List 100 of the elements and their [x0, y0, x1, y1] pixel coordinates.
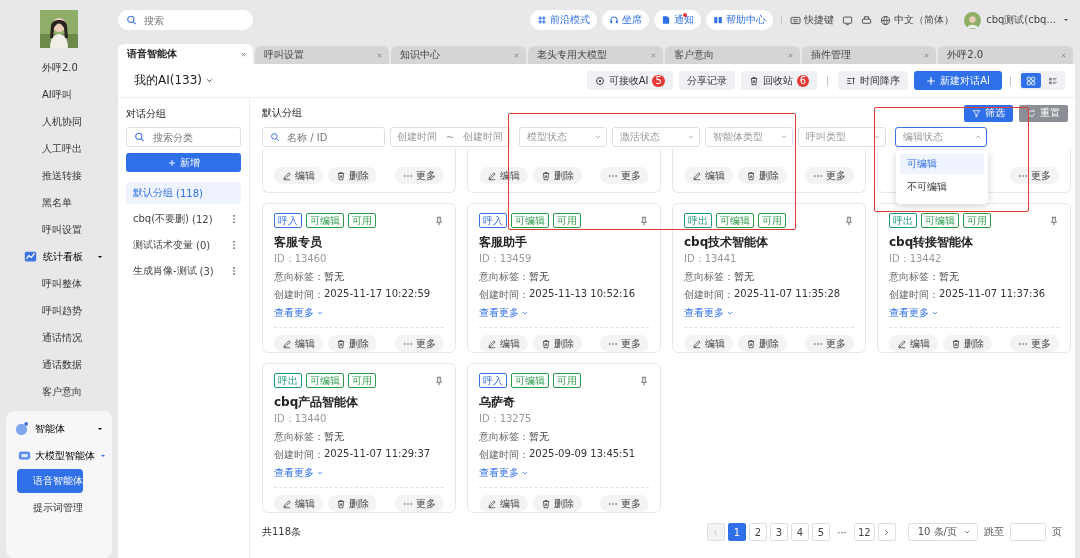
card-action-button[interactable]: 更多 — [1010, 335, 1059, 352]
sidebar-item[interactable]: 呼叫趋势 — [0, 297, 118, 324]
sidebar-item[interactable]: 呼叫设置 — [0, 216, 118, 243]
screen-button[interactable] — [842, 14, 854, 26]
card-action-button[interactable]: 删除 — [943, 335, 992, 352]
card-action-button[interactable]: 删除 — [533, 335, 582, 352]
toolbar-button[interactable]: 回收站 6 — [740, 71, 818, 90]
search-field[interactable]: 搜索分类 — [126, 127, 241, 147]
sidebar-item[interactable]: 人工呼出 — [0, 135, 118, 162]
toolbar-button[interactable]: 新建对话AI — [914, 71, 1002, 90]
card-action-button[interactable]: 编辑 — [274, 495, 323, 512]
card-action-button[interactable]: 更多 — [600, 167, 649, 184]
card-action-button[interactable]: 编辑 — [889, 335, 938, 352]
search-field[interactable]: 搜索 — [118, 10, 253, 30]
card-action-button[interactable]: 编辑 — [274, 335, 323, 352]
page-size-select[interactable]: 10 条/页 — [907, 523, 978, 541]
card-action-button[interactable]: 更多 — [805, 335, 854, 352]
sidebar-item[interactable]: 呼叫整体 — [0, 270, 118, 297]
show-more-link[interactable]: 查看更多 — [274, 306, 324, 320]
card-action-button[interactable]: 更多 — [395, 167, 444, 184]
group-item[interactable]: cbq(不要删) (12) — [126, 208, 241, 230]
card-action-button[interactable]: 更多 — [600, 335, 649, 352]
card-action-button[interactable]: 更多 — [395, 335, 444, 352]
card-action-button[interactable]: 更多 — [805, 167, 854, 184]
search-field[interactable]: 名称 / ID — [262, 127, 385, 147]
user-avatar[interactable] — [964, 11, 982, 29]
sidebar-item[interactable]: 语音智能体 — [17, 469, 83, 493]
page-tab[interactable]: 外呼2.0 — [938, 46, 1074, 64]
show-more-link[interactable]: 查看更多 — [479, 306, 529, 320]
panel-title: 对话分组 — [126, 107, 167, 121]
card-action-button[interactable]: 删除 — [328, 495, 377, 512]
sidebar-item[interactable]: 推送转接 — [0, 162, 118, 189]
toolbar-button[interactable]: 时间降序 — [838, 71, 909, 90]
printer-button[interactable] — [861, 14, 873, 26]
sidebar-section[interactable]: 大模型智能体 — [6, 442, 112, 469]
header-button[interactable]: 坐席 — [602, 10, 650, 30]
page-tab[interactable]: 老头专用大模型 — [528, 46, 663, 64]
group-item[interactable]: 默认分组 (118) — [126, 182, 241, 204]
card-action-button[interactable]: 删除 — [328, 335, 377, 352]
tag: 可编辑 — [921, 213, 959, 228]
card-action-button[interactable]: 删除 — [328, 167, 377, 184]
show-more-link[interactable]: 查看更多 — [889, 306, 939, 320]
header-button[interactable]: 帮助中心 — [706, 10, 774, 30]
card-action-button[interactable]: 更多 — [1010, 167, 1059, 184]
show-more-link[interactable]: 查看更多 — [479, 466, 529, 480]
sidebar-item[interactable]: 客户意向 — [0, 378, 118, 405]
page-tab[interactable]: 语音智能体 — [118, 44, 253, 64]
page-tab[interactable]: 客户意向 — [664, 46, 800, 64]
sidebar-section[interactable]: 智能体 — [6, 415, 112, 442]
sidebar-item[interactable]: 外呼2.0 — [0, 54, 118, 81]
page-input[interactable] — [1010, 523, 1046, 541]
sidebar-item[interactable]: 提示词管理 — [17, 496, 83, 520]
card-action-button[interactable]: 编辑 — [479, 335, 528, 352]
group-item[interactable]: 测试话术变量 (0) — [126, 234, 241, 256]
sidebar-item[interactable]: 人机协同 — [0, 108, 118, 135]
card-action-button[interactable]: 编辑 — [684, 167, 733, 184]
add-button[interactable]: 新增 — [126, 153, 241, 172]
section-title: 默认分组 — [262, 106, 303, 120]
view-toggle[interactable] — [1021, 73, 1041, 88]
card-action-button[interactable]: 更多 — [395, 495, 444, 512]
page-button[interactable]: 3 — [770, 523, 788, 541]
trash-icon — [541, 338, 551, 349]
page-button[interactable]: ··· — [833, 523, 851, 541]
page-button[interactable]: 1 — [728, 523, 746, 541]
page-tab[interactable]: 插件管理 — [801, 46, 937, 64]
card-action-button[interactable]: 编辑 — [479, 495, 528, 512]
page-button[interactable]: 5 — [812, 523, 830, 541]
toolbar-button[interactable]: 分享记录 — [678, 71, 735, 90]
show-more-link[interactable]: 查看更多 — [684, 306, 734, 320]
shortcut-button[interactable]: 快捷键 — [790, 13, 835, 27]
sidebar-item[interactable]: AI呼叫 — [0, 81, 118, 108]
sidebar-item[interactable]: 黑名单 — [0, 189, 118, 216]
header-button[interactable]: 前沿模式 — [530, 10, 598, 30]
dropdown-option[interactable]: 可编辑 — [900, 154, 984, 174]
card-action-button[interactable]: 删除 — [533, 167, 582, 184]
card-action-button[interactable]: 删除 — [738, 335, 787, 352]
sidebar-item[interactable]: 通话情况 — [0, 324, 118, 351]
group-item[interactable]: 生成肖像-测试 (3) — [126, 260, 241, 282]
header-button[interactable]: 通知 — [654, 10, 702, 30]
toolbar-button[interactable]: 可接收AI 5 — [586, 71, 673, 90]
filter-button[interactable]: 筛选 — [964, 104, 1013, 122]
avatar[interactable] — [40, 10, 78, 48]
page-tab[interactable]: 呼叫设置 — [254, 46, 390, 64]
page-tab[interactable]: 知识中心 — [391, 46, 527, 64]
ai-list-dropdown[interactable]: 我的AI(133) — [134, 72, 214, 89]
language-button[interactable]: 中文（简体） — [880, 13, 955, 27]
card-action-button[interactable]: 编辑 — [684, 335, 733, 352]
sidebar-section[interactable]: 统计看板 — [0, 243, 118, 270]
card-action-button[interactable]: 删除 — [533, 495, 582, 512]
page-button[interactable]: 12 — [854, 523, 875, 541]
card-action-button[interactable]: 编辑 — [274, 167, 323, 184]
next-page-button[interactable] — [877, 523, 896, 541]
sidebar-item[interactable]: 通话数据 — [0, 351, 118, 378]
page-button[interactable]: 2 — [749, 523, 767, 541]
card-action-button[interactable]: 更多 — [600, 495, 649, 512]
card-action-button[interactable]: 删除 — [738, 167, 787, 184]
user-menu[interactable]: cbq测试(cbq... — [986, 13, 1070, 27]
show-more-link[interactable]: 查看更多 — [274, 466, 324, 480]
dropdown-option[interactable]: 不可编辑 — [900, 177, 984, 197]
page-button[interactable]: 4 — [791, 523, 809, 541]
